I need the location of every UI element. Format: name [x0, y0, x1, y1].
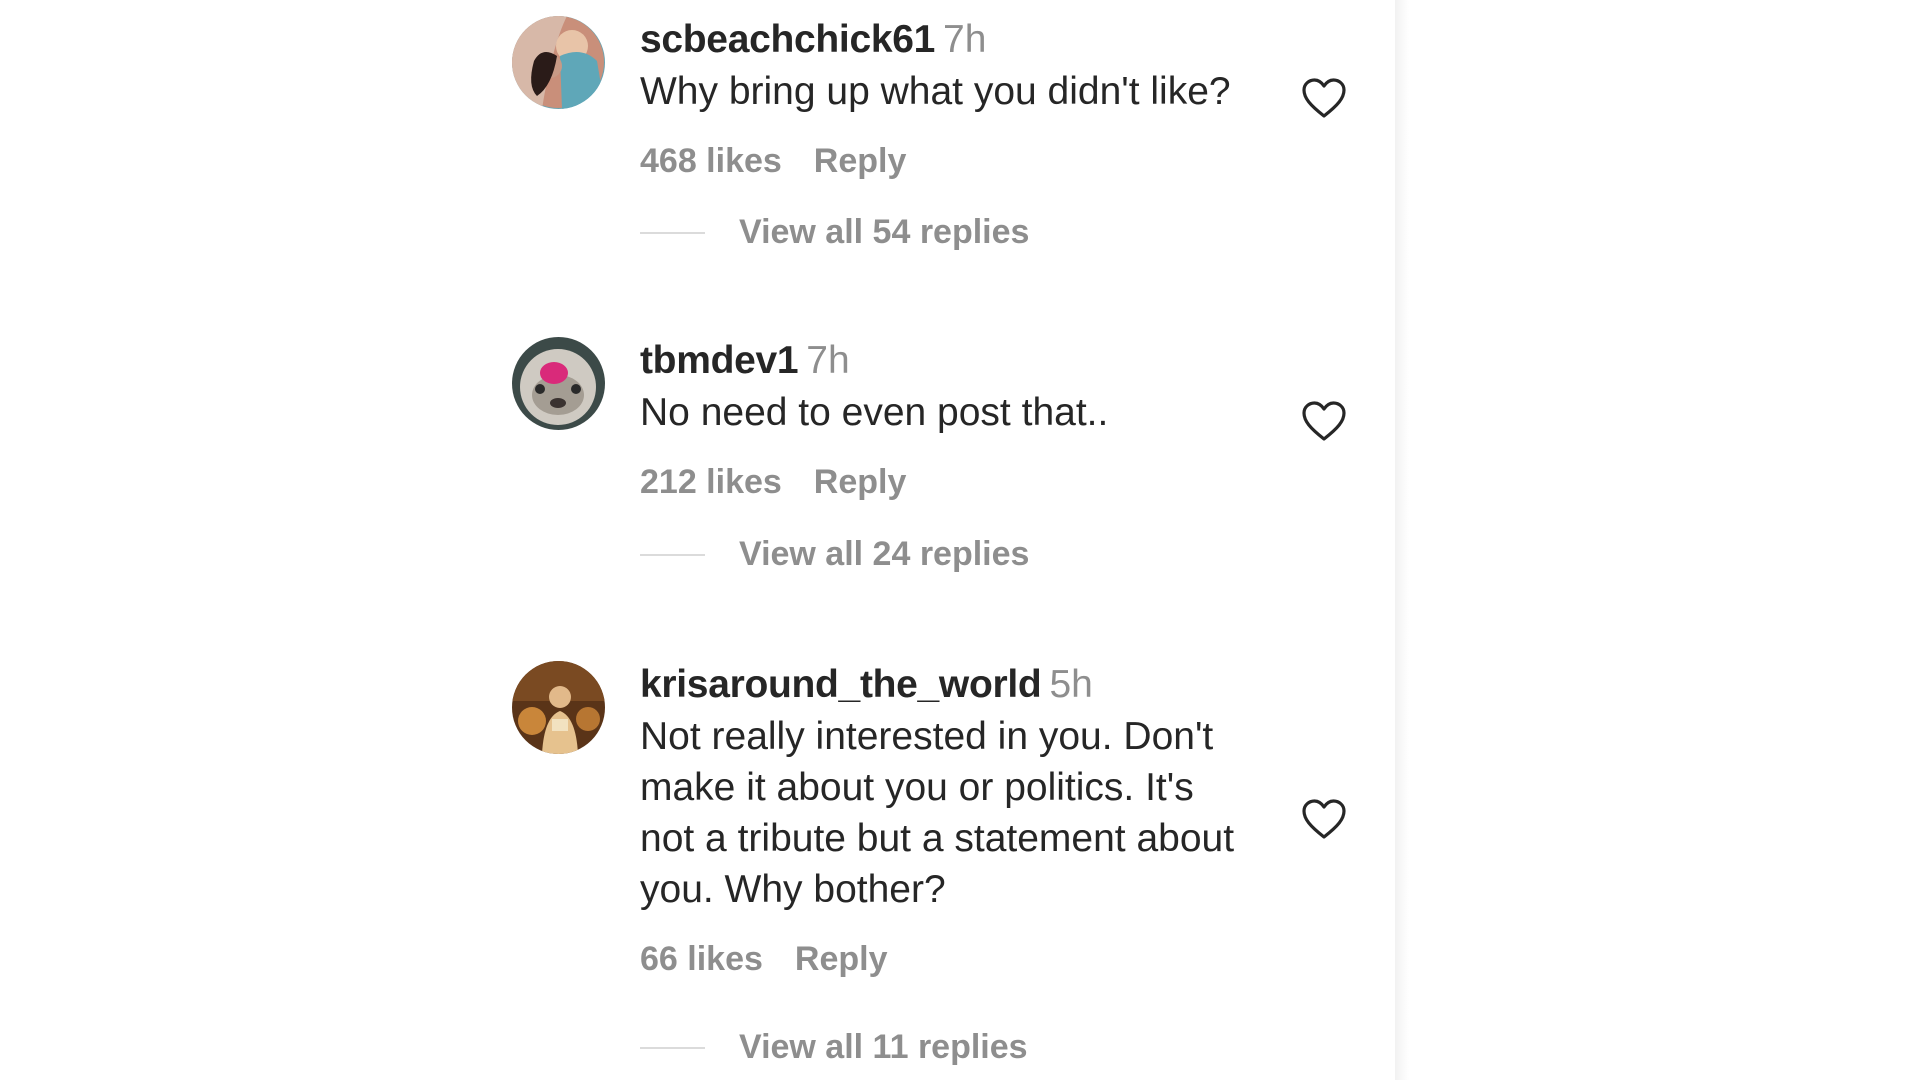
comment-header: krisaround_the_world 5h: [640, 661, 1280, 709]
replies-divider: [640, 231, 705, 234]
comments-panel: scbeachchick61 7h Why bring up what you d…: [0, 0, 1920, 1080]
view-replies-label: View all 24 replies: [739, 535, 1030, 573]
timestamp[interactable]: 7h: [943, 18, 986, 61]
replies-divider: [640, 553, 705, 556]
heart-outline-icon[interactable]: [1300, 399, 1348, 443]
reply-button[interactable]: Reply: [795, 940, 888, 978]
reply-button[interactable]: Reply: [814, 463, 907, 501]
likes-count[interactable]: 468 likes: [640, 142, 782, 180]
view-replies-label: View all 54 replies: [739, 213, 1030, 251]
reply-button[interactable]: Reply: [814, 142, 907, 180]
comment-actions: 66 likes Reply: [640, 939, 1280, 979]
replies-divider: [640, 1046, 705, 1049]
heart-outline-icon[interactable]: [1300, 76, 1348, 120]
view-replies-label: View all 11 replies: [739, 1028, 1028, 1066]
timestamp[interactable]: 5h: [1049, 663, 1092, 706]
likes-count[interactable]: 66 likes: [640, 940, 763, 978]
username-link[interactable]: scbeachchick61: [640, 18, 935, 61]
comment-body: scbeachchick61 7h Why bring up what you d…: [640, 16, 1280, 181]
username-link[interactable]: krisaround_the_world: [640, 663, 1042, 706]
view-replies-button[interactable]: View all 11 replies: [640, 1028, 1028, 1067]
timestamp[interactable]: 7h: [806, 339, 849, 382]
comment-header: scbeachchick61 7h: [640, 16, 1280, 64]
avatar-photo: [512, 661, 605, 754]
username-link[interactable]: tbmdev1: [640, 339, 799, 382]
avatar[interactable]: [512, 337, 605, 430]
likes-count[interactable]: 212 likes: [640, 463, 782, 501]
comment-body: tbmdev1 7h No need to even post that.. 21…: [640, 337, 1280, 502]
avatar-photo: [512, 16, 605, 109]
comment-text: No need to even post that..: [640, 391, 1109, 434]
heart-outline-icon[interactable]: [1300, 797, 1348, 841]
avatar[interactable]: [512, 16, 605, 109]
comment-body: krisaround_the_world 5h Not really intere…: [640, 661, 1280, 979]
comment-header: tbmdev1 7h: [640, 337, 1280, 385]
comment-actions: 468 likes Reply: [640, 141, 1280, 181]
avatar-photo: [512, 337, 605, 430]
comment-text: Why bring up what you didn't like?: [640, 70, 1231, 113]
comment-actions: 212 likes Reply: [640, 462, 1280, 502]
view-replies-button[interactable]: View all 24 replies: [640, 535, 1029, 574]
comment-text: Not really interested in you. Don't make…: [640, 715, 1235, 911]
avatar[interactable]: [512, 661, 605, 754]
view-replies-button[interactable]: View all 54 replies: [640, 213, 1029, 252]
panel-edge-shadow: [1395, 0, 1409, 1080]
